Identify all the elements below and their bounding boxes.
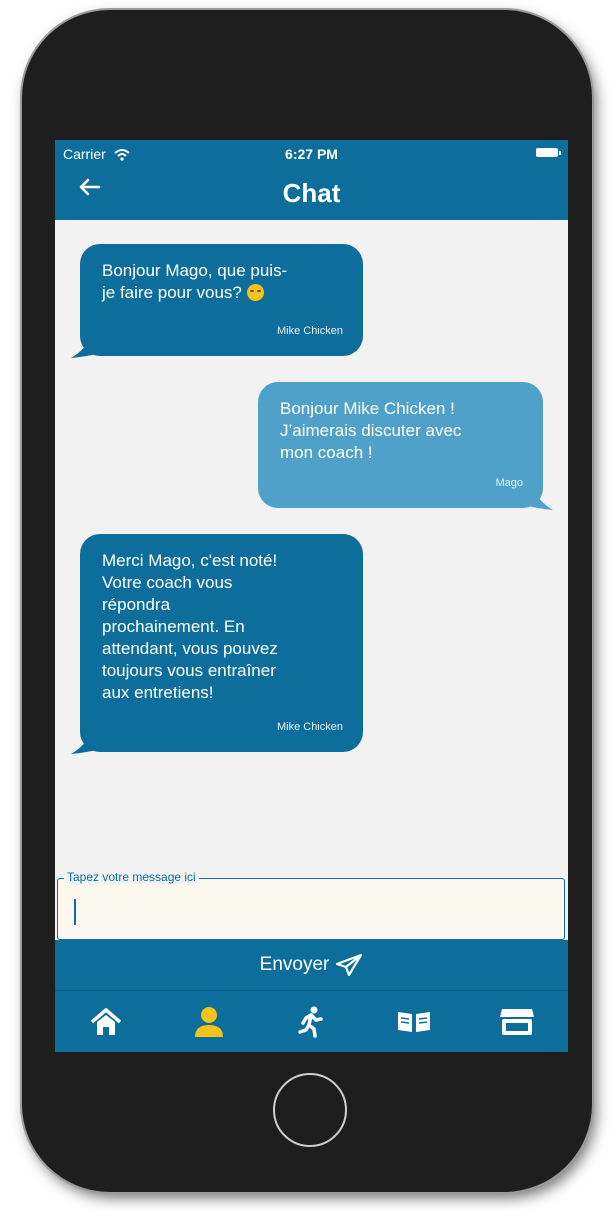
book-open-icon [398, 1011, 431, 1032]
send-button[interactable]: Envoyer [55, 940, 568, 990]
status-bar-time: 6:27 PM [285, 146, 338, 162]
paper-plane-icon [336, 953, 363, 977]
text-caret [74, 899, 76, 925]
running-icon [298, 1006, 324, 1038]
tab-store[interactable] [487, 1000, 547, 1044]
bottom-tab-bar [55, 990, 568, 1052]
message-input-label: Tapez votre message ici [64, 870, 199, 884]
app-screen: Carrier 6:27 PM Chat Bonjour Mago, que p… [55, 140, 568, 1052]
battery-icon [536, 148, 561, 157]
tab-training[interactable] [281, 1000, 341, 1044]
message-sender: Mago [495, 477, 523, 489]
home-icon [91, 1007, 122, 1035]
message-sender: Mike Chicken [276, 325, 343, 337]
home-hardware-button[interactable] [273, 1073, 347, 1147]
message-text: Merci Mago, c'est noté! Votre coach vous… [102, 551, 278, 702]
message-bubble-outgoing: Bonjour Mike Chicken ! J’aimerais discut… [258, 382, 543, 508]
store-icon [499, 1008, 534, 1035]
message-input[interactable]: Tapez votre message ici [57, 870, 565, 940]
app-header: Carrier 6:27 PM Chat [55, 140, 568, 220]
message-bubble-incoming: Merci Mago, c'est noté! Votre coach vous… [80, 534, 363, 752]
send-button-label: Envoyer [259, 954, 330, 975]
page-title: Chat [282, 178, 341, 208]
message-bubble-incoming: Bonjour Mago, que puis- je faire pour vo… [80, 244, 363, 356]
message-text: Bonjour Mike Chicken ! J’aimerais discut… [280, 399, 462, 462]
tab-library[interactable] [384, 1000, 444, 1044]
tab-home[interactable] [76, 1000, 136, 1044]
smiling-face-icon [246, 284, 264, 301]
user-icon [194, 1006, 223, 1037]
tab-profile[interactable] [179, 1000, 239, 1044]
message-sender: Mike Chicken [276, 721, 343, 733]
